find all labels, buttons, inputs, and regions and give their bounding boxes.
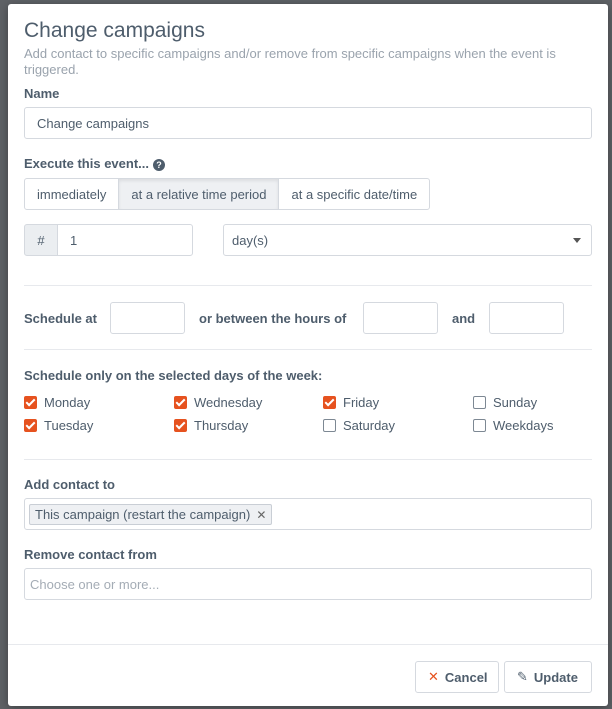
campaign-tag: This campaign (restart the campaign) ✕ [29, 504, 273, 525]
checkbox-unchecked-icon [323, 419, 336, 432]
day-checkbox-saturday[interactable]: Saturday [323, 418, 395, 433]
day-checkbox-monday[interactable]: Monday [24, 395, 90, 410]
execute-button-group: immediately at a relative time period at… [24, 178, 431, 210]
execute-relative-button[interactable]: at a relative time period [118, 178, 280, 210]
day-label: Sunday [493, 395, 538, 410]
modal-title: Change campaigns [24, 19, 205, 42]
schedule-at-input[interactable] [110, 302, 185, 334]
checkbox-unchecked-icon [473, 419, 486, 432]
checkbox-checked-icon [24, 419, 37, 432]
divider [24, 459, 592, 460]
day-checkbox-sunday[interactable]: Sunday [473, 395, 537, 410]
day-label: Wednesday [194, 395, 263, 410]
day-label: Monday [44, 395, 91, 410]
execute-label: Execute this event...? [24, 156, 165, 171]
day-checkbox-friday[interactable]: Friday [323, 395, 379, 410]
change-campaigns-modal: Change campaigns Add contact to specific… [8, 4, 608, 706]
interval-prefix: # [24, 224, 58, 256]
checkbox-checked-icon [174, 419, 187, 432]
cancel-label: Cancel [444, 669, 488, 685]
day-checkbox-tuesday[interactable]: Tuesday [24, 418, 93, 433]
day-checkbox-thursday[interactable]: Thursday [174, 418, 248, 433]
execute-label-text: Execute this event... [24, 156, 149, 171]
divider [24, 349, 592, 350]
chevron-down-icon [573, 238, 581, 243]
day-checkbox-wednesday[interactable]: Wednesday [174, 395, 262, 410]
day-label: Thursday [194, 418, 249, 433]
schedule-from-input[interactable] [363, 302, 438, 334]
checkbox-unchecked-icon [473, 396, 486, 409]
close-icon: ✕ [428, 669, 439, 684]
schedule-to-input[interactable] [489, 302, 564, 334]
modal-header: Change campaigns Add contact to specific… [24, 18, 592, 78]
remove-contact-label: Remove contact from [24, 547, 157, 562]
schedule-and-label: and [452, 311, 476, 326]
schedule-at-label: Schedule at [24, 311, 97, 326]
day-label: Tuesday [44, 418, 94, 433]
pencil-icon: ✎ [517, 669, 528, 684]
footer-divider [8, 644, 608, 645]
execute-immediately-button[interactable]: immediately [24, 178, 120, 210]
day-label: Weekdays [493, 418, 554, 433]
update-button[interactable]: ✎ Update [504, 661, 592, 693]
modal-description: Add contact to specific campaigns and/or… [24, 46, 556, 77]
execute-specific-date-button[interactable]: at a specific date/time [278, 178, 431, 210]
day-checkbox-weekdays[interactable]: Weekdays [473, 418, 553, 433]
question-circle-icon[interactable]: ? [153, 159, 165, 171]
day-label: Friday [343, 395, 380, 410]
remove-contact-placeholder: Choose one or more... [30, 576, 160, 592]
interval-number-input[interactable]: 1 [57, 224, 193, 256]
checkbox-checked-icon [24, 396, 37, 409]
cancel-button[interactable]: ✕ Cancel [415, 661, 499, 693]
checkbox-checked-icon [323, 396, 336, 409]
interval-unit-value: day(s) [232, 232, 269, 248]
day-label: Saturday [343, 418, 396, 433]
schedule-between-label: or between the hours of [199, 311, 347, 326]
days-label: Schedule only on the selected days of th… [24, 368, 323, 383]
update-label: Update [533, 669, 578, 685]
divider [24, 285, 592, 286]
name-label: Name [24, 86, 60, 101]
remove-contact-select[interactable]: Choose one or more... [24, 568, 592, 600]
checkbox-checked-icon [174, 396, 187, 409]
add-contact-label: Add contact to [24, 477, 115, 492]
interval-unit-select[interactable]: day(s) [223, 224, 592, 256]
campaign-tag-label: This campaign (restart the campaign) [35, 507, 251, 522]
close-icon[interactable]: ✕ [256, 508, 266, 522]
name-input[interactable]: Change campaigns [24, 107, 592, 139]
